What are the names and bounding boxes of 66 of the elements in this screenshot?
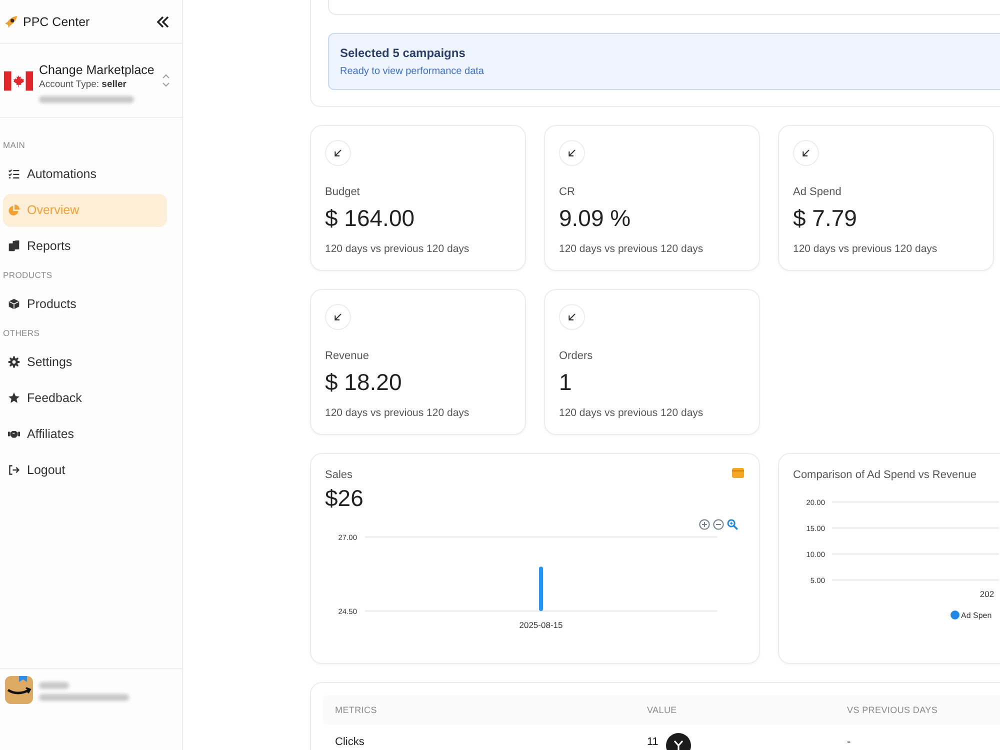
- magnifier-icon[interactable]: [727, 518, 738, 530]
- stat-label: Revenue: [325, 349, 370, 363]
- column-header: VS PREVIOUS DAYS: [846, 705, 938, 715]
- handshake-icon: [8, 428, 20, 440]
- stat-label: Ad Spend: [793, 185, 842, 199]
- checklist-icon: [8, 168, 20, 180]
- stat-period: 120 days vs previous 120 days: [559, 406, 704, 420]
- arrow-down-left-icon: [793, 140, 819, 166]
- table-cell-text: 11: [646, 736, 658, 748]
- stat-period: 120 days vs previous 120 days: [793, 242, 938, 256]
- chart-title: Comparison of Ad Spend vs Revenue: [793, 468, 976, 482]
- section-label: OTHERS: [3, 327, 40, 340]
- collapse-icon[interactable]: [156, 16, 170, 28]
- section-label: PRODUCTS: [3, 269, 52, 282]
- notice-title: Selected 5 campaigns: [340, 46, 466, 60]
- stat-period: 120 days vs previous 120 days: [325, 242, 470, 256]
- stat-value: $ 18.20: [325, 368, 402, 396]
- nav-item[interactable]: Settings: [3, 346, 167, 378]
- stat-value: 1: [559, 368, 572, 396]
- arrow-down-left-icon: [559, 140, 585, 166]
- cube-icon: [8, 298, 20, 310]
- stat-period: 120 days vs previous 120 days: [559, 242, 704, 256]
- column-header: METRICS: [334, 705, 377, 715]
- legend-label[interactable]: Ad Spen: [961, 611, 992, 620]
- section-label: MAIN: [3, 139, 26, 152]
- stat-label: CR: [559, 185, 575, 199]
- nav-item[interactable]: Automations: [3, 158, 167, 190]
- account-type: Account Type: seller: [39, 78, 126, 90]
- chart-title: Sales: [325, 468, 353, 482]
- nav-item[interactable]: Affiliates: [3, 418, 167, 450]
- axis-label: 202: [980, 589, 994, 599]
- rocket-logo-icon: [4, 14, 18, 28]
- chevron-up-down-icon[interactable]: [162, 73, 170, 88]
- notice-subtitle: Ready to view performance data: [340, 66, 484, 77]
- stat-value: 9.09 %: [559, 204, 631, 232]
- blurred-user-name: [39, 682, 69, 689]
- sales-total: $26: [325, 484, 364, 512]
- table-cell-text: Clicks: [334, 736, 364, 748]
- stat-value: $ 164.00: [325, 204, 415, 232]
- avatar-icon: [5, 676, 33, 704]
- zoom-in-icon[interactable]: [699, 518, 710, 530]
- bar: [539, 566, 543, 611]
- flag-icon: [4, 70, 33, 90]
- axis-label: 2025-08-15: [519, 620, 563, 630]
- stat-value: $ 7.79: [793, 204, 857, 232]
- nav-item[interactable]: Feedback: [3, 382, 167, 414]
- nav-item[interactable]: Logout: [3, 454, 167, 486]
- brand-name: PPC Center: [23, 14, 91, 28]
- arrow-down-left-icon: [559, 304, 585, 330]
- pie-chart-icon: [8, 204, 20, 216]
- card-icon[interactable]: [732, 468, 744, 478]
- logout-icon: [8, 464, 20, 476]
- nav-item[interactable]: Products: [3, 288, 167, 320]
- stat-period: 120 days vs previous 120 days: [325, 406, 470, 420]
- documents-icon: [8, 240, 20, 252]
- nav-item[interactable]: Reports: [3, 230, 167, 262]
- table-cell-text: -: [846, 736, 851, 748]
- marketplace-title: Change Marketplace: [39, 62, 154, 76]
- arrow-down-left-icon: [325, 304, 351, 330]
- arrow-down-left-icon: [325, 140, 351, 166]
- star-icon: [8, 392, 20, 404]
- zoom-out-icon[interactable]: [713, 518, 724, 530]
- settings-icon: [8, 356, 20, 368]
- stat-label: Orders: [559, 349, 593, 363]
- stat-label: Budget: [325, 185, 360, 199]
- column-header: VALUE: [646, 705, 677, 715]
